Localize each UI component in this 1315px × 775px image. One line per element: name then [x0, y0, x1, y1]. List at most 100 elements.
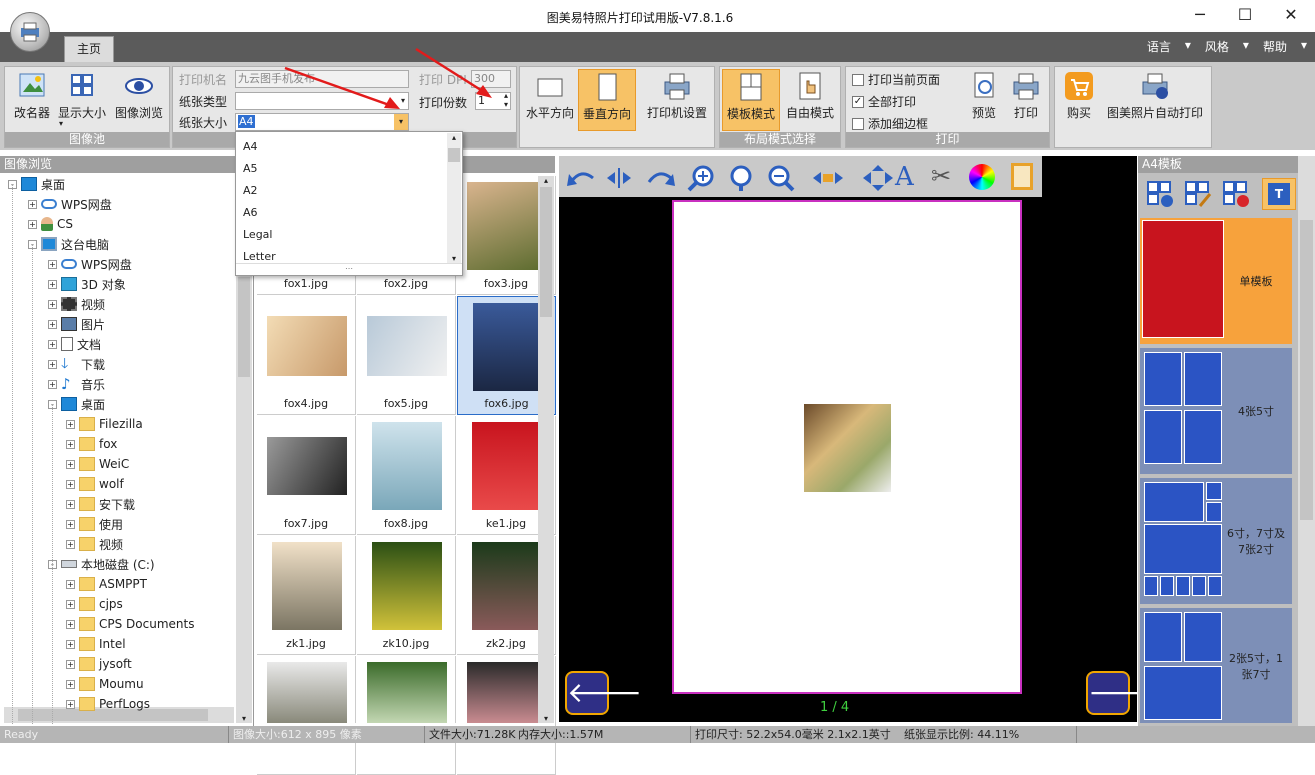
dropdown-scrollbar[interactable]: ▴ ▾: [447, 133, 461, 263]
scroll-up-icon[interactable]: ▴: [538, 176, 554, 185]
menu-style[interactable]: 风格: [1205, 38, 1229, 55]
expand-icon[interactable]: +: [48, 339, 57, 349]
tree-node[interactable]: + ASMPPT: [66, 574, 147, 594]
print-current-checkbox[interactable]: 打印当前页面: [852, 71, 940, 88]
minimize-button[interactable]: ─: [1177, 0, 1223, 30]
tree-node[interactable]: - 桌面: [8, 174, 65, 194]
tree-node[interactable]: + 🡓 下载: [48, 354, 105, 374]
horizontal-orientation-button[interactable]: 水平方向: [522, 71, 578, 121]
expand-icon[interactable]: +: [66, 599, 75, 609]
tree-node[interactable]: + 安下载: [66, 494, 135, 514]
print-all-checkbox[interactable]: ✓ 全部打印: [852, 93, 916, 110]
tree-node[interactable]: + 文档: [48, 334, 101, 354]
expand-icon[interactable]: +: [48, 259, 57, 269]
tree-node[interactable]: + PerfLogs: [66, 694, 150, 714]
close-button[interactable]: ✕: [1268, 0, 1314, 30]
tree-node[interactable]: + 图片: [48, 314, 105, 334]
thumbnail-item[interactable]: [257, 656, 356, 775]
scroll-thumb[interactable]: [448, 148, 460, 162]
scroll-up-icon[interactable]: ▴: [447, 133, 461, 142]
scroll-thumb[interactable]: [540, 187, 552, 317]
thumb-scrollbar[interactable]: ▴ ▾: [538, 176, 554, 723]
scissors-icon[interactable]: ✂: [931, 162, 951, 190]
scroll-thumb[interactable]: [1300, 220, 1313, 520]
expand-icon[interactable]: +: [66, 579, 75, 589]
tree-node[interactable]: + Filezilla: [66, 414, 143, 434]
expand-icon[interactable]: +: [66, 499, 75, 509]
auto-print-button[interactable]: 图美照片自动打印: [1101, 71, 1209, 121]
template-item-mixed[interactable]: 6寸，7寸及7张2寸: [1140, 478, 1292, 604]
scroll-down-icon[interactable]: ▾: [447, 254, 461, 263]
delete-template-icon[interactable]: [1222, 180, 1250, 208]
dropdown-option[interactable]: A4: [236, 136, 446, 158]
thumbnail-item[interactable]: zk1.jpg: [257, 536, 356, 655]
tree-node[interactable]: + WeiC: [66, 454, 129, 474]
tree-node[interactable]: - 桌面: [48, 394, 105, 414]
buy-button[interactable]: 购买: [1059, 71, 1099, 121]
expand-icon[interactable]: +: [48, 299, 57, 309]
dropdown-option[interactable]: A5: [236, 158, 446, 180]
tree-node[interactable]: + WPS网盘: [28, 194, 112, 214]
add-border-checkbox[interactable]: 添加细边框: [852, 115, 928, 132]
template-item-single[interactable]: 单模板: [1140, 218, 1292, 344]
resize-grip[interactable]: ⋯: [236, 263, 462, 275]
thumbnail-item[interactable]: fox5.jpg: [357, 296, 456, 415]
thumbnail-item[interactable]: fox4.jpg: [257, 296, 356, 415]
text-template-icon[interactable]: T: [1262, 178, 1296, 210]
maximize-button[interactable]: ☐: [1222, 0, 1268, 30]
placed-photo[interactable]: [804, 404, 891, 492]
tree-node[interactable]: + Moumu: [66, 674, 144, 694]
display-size-button[interactable]: 显示大小: [55, 71, 109, 121]
thumbnail-item[interactable]: fox8.jpg: [357, 416, 456, 535]
tree-node[interactable]: - 这台电脑: [28, 234, 109, 254]
expand-icon[interactable]: +: [48, 279, 57, 289]
tree-node[interactable]: + jysoft: [66, 654, 132, 674]
vertical-orientation-button[interactable]: 垂直方向: [578, 69, 636, 131]
expand-icon[interactable]: +: [66, 519, 75, 529]
expand-icon[interactable]: +: [66, 699, 75, 709]
expand-icon[interactable]: +: [48, 359, 57, 369]
expand-icon[interactable]: +: [66, 419, 75, 429]
tree-node[interactable]: + CPS Documents: [66, 614, 194, 634]
template-scrollbar[interactable]: [1298, 156, 1315, 726]
template-mode-button[interactable]: 模板模式: [722, 69, 780, 131]
menu-language[interactable]: 语言: [1147, 38, 1171, 55]
thumbnail-item[interactable]: fox7.jpg: [257, 416, 356, 535]
preview-button[interactable]: 预览: [964, 71, 1004, 121]
tree-node[interactable]: +3D 对象: [48, 274, 126, 294]
image-browse-button[interactable]: 图像浏览: [109, 71, 169, 121]
tab-home[interactable]: 主页: [64, 36, 114, 63]
add-template-icon[interactable]: [1146, 180, 1174, 208]
tree-node[interactable]: + 使用: [66, 514, 123, 534]
scroll-down-icon[interactable]: ▾: [236, 714, 252, 723]
tree-node[interactable]: + 视频: [66, 534, 123, 554]
expand-icon[interactable]: +: [66, 639, 75, 649]
dropdown-option[interactable]: Legal: [236, 224, 446, 246]
expand-icon[interactable]: +: [66, 539, 75, 549]
paper-size-dropdown[interactable]: A4 A5 A2 A6 Legal Letter ▴ ▾ ⋯: [235, 131, 463, 276]
expand-icon[interactable]: +: [66, 459, 75, 469]
thumbnail-item[interactable]: [357, 656, 456, 775]
prev-page-button[interactable]: 🡐: [565, 671, 642, 715]
dropdown-option[interactable]: A6: [236, 202, 446, 224]
scroll-down-icon[interactable]: ▾: [538, 714, 554, 723]
next-page-button[interactable]: 🡒: [1086, 671, 1163, 715]
scroll-thumb[interactable]: [238, 277, 250, 377]
tree-node[interactable]: - 本地磁盘 (C:): [48, 554, 155, 574]
free-mode-button[interactable]: 自由模式: [782, 71, 838, 121]
expand-icon[interactable]: +: [66, 679, 75, 689]
printer-setup-button[interactable]: 打印机设置: [642, 71, 712, 121]
tree-node[interactable]: + Intel: [66, 634, 126, 654]
frame-icon[interactable]: [1011, 163, 1033, 190]
expand-icon[interactable]: +: [66, 479, 75, 489]
template-item-2x5-1x7[interactable]: 2张5寸，1张7寸: [1140, 608, 1292, 723]
tree-node[interactable]: + WPS网盘: [48, 254, 132, 274]
tree-node[interactable]: + cjps: [66, 594, 123, 614]
expand-icon[interactable]: +: [28, 199, 37, 209]
edit-template-icon[interactable]: [1184, 180, 1212, 208]
print-button[interactable]: 打印: [1006, 71, 1046, 121]
expand-icon[interactable]: +: [48, 379, 57, 389]
expand-icon[interactable]: +: [66, 439, 75, 449]
text-tool-icon[interactable]: A: [895, 162, 914, 192]
tree-node[interactable]: + ♪ 音乐: [48, 374, 105, 394]
